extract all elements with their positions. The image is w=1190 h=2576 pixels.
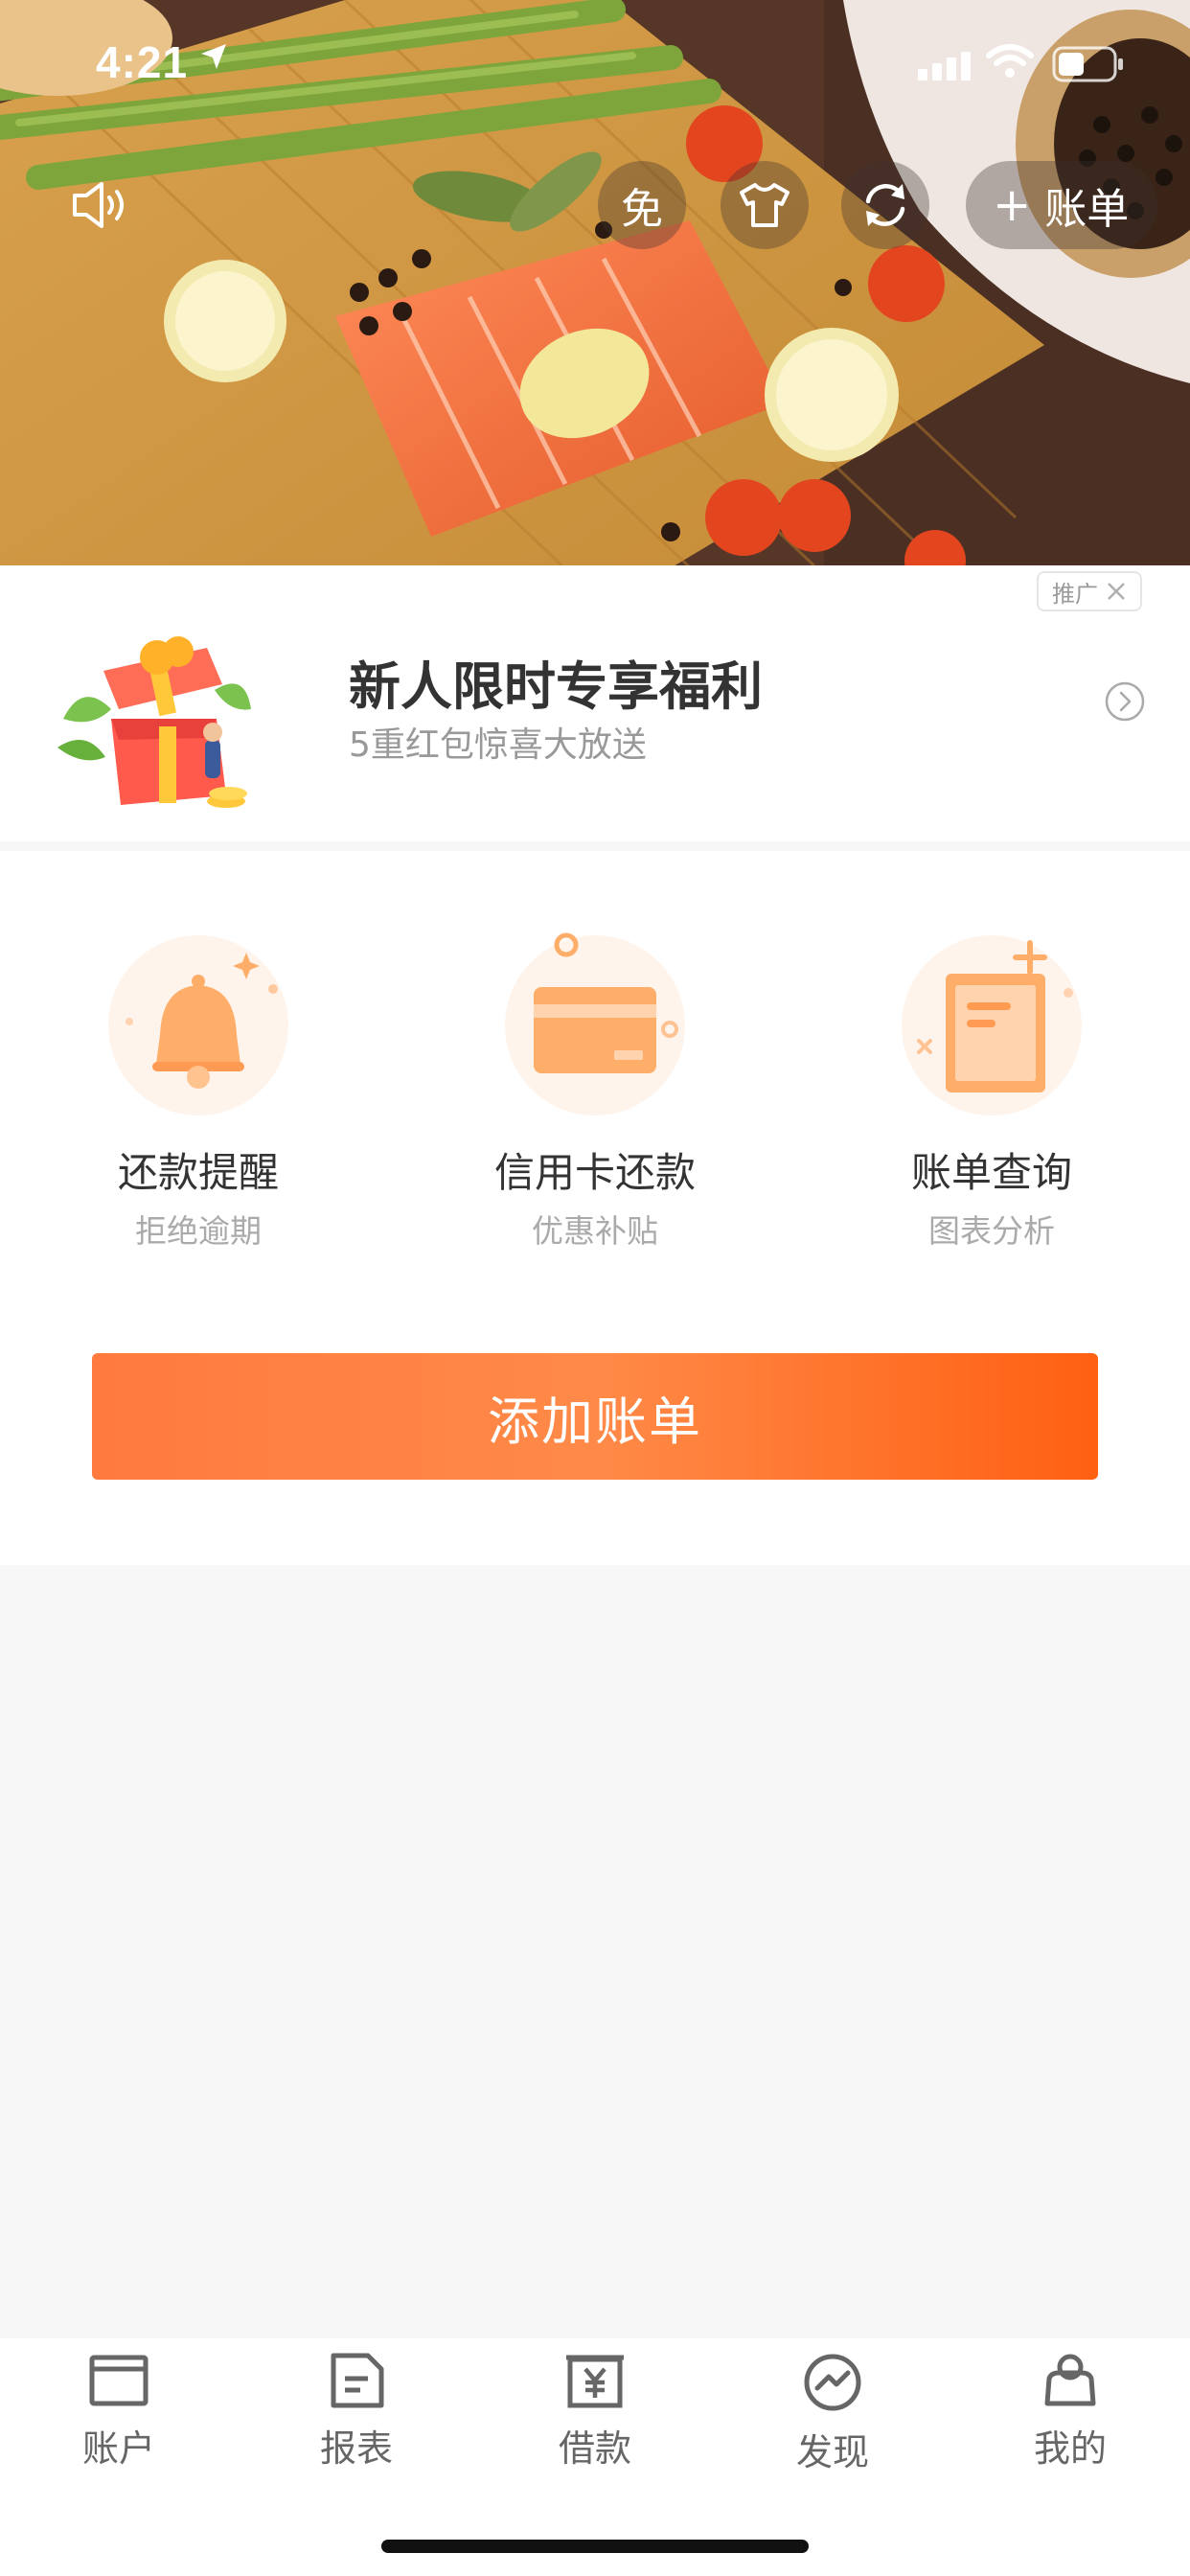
bill-document-icon: [902, 935, 1082, 1116]
tab-account[interactable]: 账户: [0, 2352, 238, 2496]
tab-label: 借款: [558, 2427, 631, 2470]
status-time: 4:21: [96, 37, 189, 87]
tab-label: 账户: [81, 2427, 155, 2470]
battery-icon: [1052, 46, 1123, 82]
tab-loan[interactable]: 借款: [476, 2352, 714, 2496]
feature-title: 账单查询: [910, 1149, 1072, 1196]
wallet-icon: [89, 2355, 149, 2406]
profile-bag-icon: [1044, 2354, 1096, 2406]
close-icon[interactable]: [1106, 581, 1127, 602]
feature-repayment-reminder[interactable]: 还款提醒 拒绝逾期: [0, 851, 397, 1254]
feature-bill-query[interactable]: 账单查询 图表分析: [793, 851, 1190, 1254]
signal-icon: [918, 52, 971, 80]
feature-title: 信用卡还款: [493, 1149, 696, 1196]
report-icon: [331, 2353, 384, 2408]
tab-mine[interactable]: 我的: [951, 2352, 1189, 2496]
wifi-icon: [986, 44, 1034, 78]
tab-label: 我的: [1033, 2427, 1107, 2470]
ad-free-button[interactable]: 免: [598, 161, 686, 249]
feature-subtitle: 拒绝逾期: [135, 1212, 262, 1250]
feature-credit-card-repayment[interactable]: 信用卡还款 优惠补贴: [397, 851, 793, 1254]
promo-ad-tag-label: 推广: [1052, 580, 1098, 608]
tab-report[interactable]: 报表: [238, 2352, 475, 2496]
promo-subtitle: 5重红包惊喜大放送: [349, 725, 647, 765]
home-indicator: [381, 2540, 809, 2553]
add-bill-top-label: 账单: [1044, 185, 1130, 234]
chevron-right-circle-icon[interactable]: [1104, 680, 1146, 723]
tab-discover[interactable]: 发现: [714, 2352, 951, 2496]
speaker-icon: [73, 182, 124, 228]
promo-ad-tag[interactable]: 推广: [1037, 571, 1142, 611]
feature-title: 还款提醒: [117, 1149, 279, 1196]
location-arrow-icon: [201, 44, 226, 69]
sound-button[interactable]: [56, 161, 144, 249]
refresh-icon: [865, 184, 905, 226]
promo-title: 新人限时专享福利: [349, 656, 763, 717]
hero-banner-image[interactable]: 4:21 免 + 账单: [0, 0, 1190, 565]
refresh-button[interactable]: [841, 161, 929, 249]
feature-panel: 还款提醒 拒绝逾期 信用卡还款 优惠补贴 账单查询 图表分析 添加账单: [0, 851, 1190, 1565]
discover-icon: [804, 2354, 861, 2411]
tshirt-icon: [740, 183, 790, 227]
tab-label: 报表: [319, 2427, 393, 2470]
promo-banner[interactable]: 推广 新人限时专享福利 5重红包惊喜大放送: [0, 565, 1190, 841]
ad-free-label: 免: [621, 185, 663, 234]
yuan-icon: [566, 2355, 624, 2408]
add-bill-top-button[interactable]: + 账单: [966, 161, 1157, 249]
theme-skin-button[interactable]: [721, 161, 809, 249]
credit-card-icon: [505, 932, 685, 1116]
feature-subtitle: 图表分析: [928, 1212, 1055, 1250]
add-bill-button[interactable]: 添加账单: [92, 1353, 1098, 1480]
bell-icon: [108, 935, 288, 1116]
status-bar: 4:21: [0, 0, 1190, 125]
tab-label: 发现: [795, 2431, 869, 2473]
gift-box-icon: [57, 636, 251, 808]
plus-icon: +: [993, 178, 1032, 232]
feature-subtitle: 优惠补贴: [532, 1212, 658, 1250]
